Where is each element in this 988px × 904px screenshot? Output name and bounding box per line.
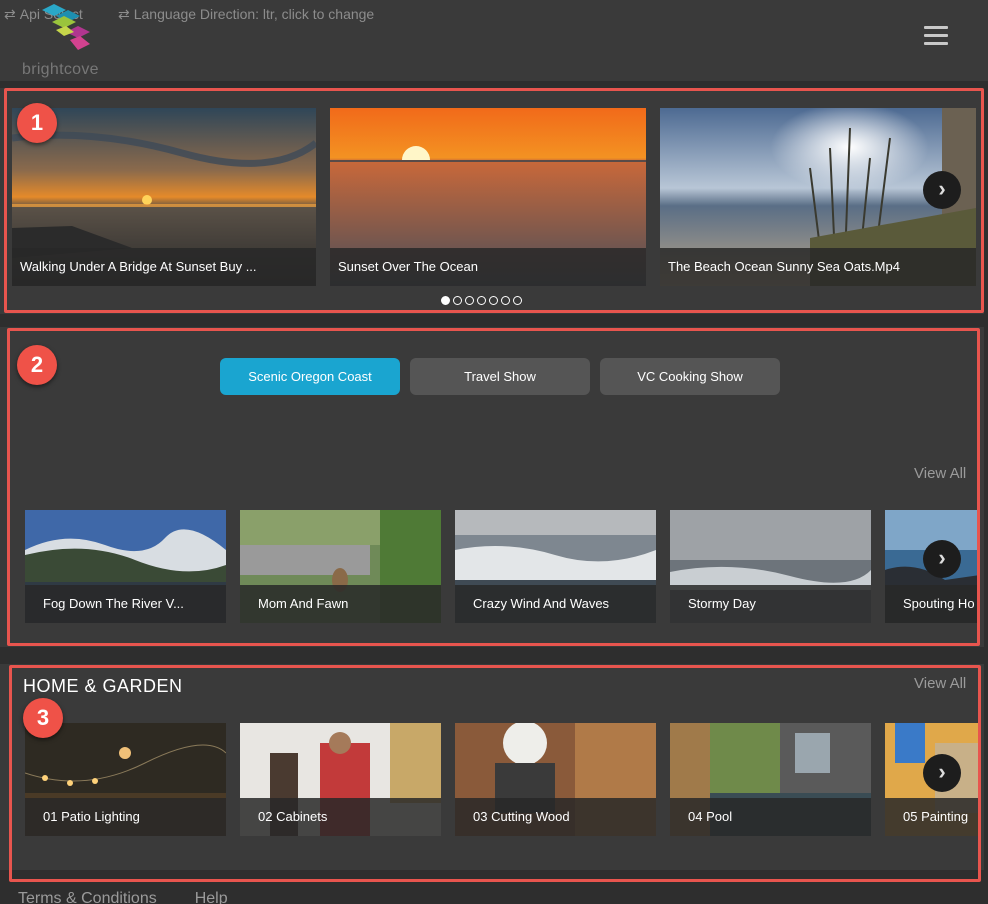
- video-title: Mom And Fawn: [240, 585, 441, 623]
- swap-arrows-icon: ⇄: [118, 6, 130, 22]
- pagination-dot[interactable]: [489, 296, 498, 305]
- featured-next-arrow-icon[interactable]: ›: [923, 171, 961, 209]
- brightcove-logo[interactable]: brightcove: [22, 0, 112, 81]
- featured-slide-title: Sunset Over The Ocean: [330, 248, 646, 286]
- carousel-pagination: [441, 292, 525, 305]
- swap-arrows-icon: ⇄: [4, 6, 16, 22]
- video-tile[interactable]: 04 Pool: [670, 723, 871, 836]
- video-tile[interactable]: 03 Cutting Wood: [455, 723, 656, 836]
- video-title: Spouting Ho: [885, 585, 980, 623]
- video-title: 01 Patio Lighting: [25, 798, 226, 836]
- view-all-link[interactable]: View All: [914, 465, 966, 482]
- site-header: ⇄Api Select ⇄Language Direction: ltr, cl…: [0, 0, 988, 81]
- video-title: 05 Painting: [885, 798, 980, 836]
- video-tile[interactable]: Mom And Fawn: [240, 510, 441, 623]
- featured-slide-title: The Beach Ocean Sunny Sea Oats.Mp4: [660, 248, 976, 286]
- video-tile[interactable]: Stormy Day: [670, 510, 871, 623]
- playlist-next-arrow-icon[interactable]: ›: [923, 540, 961, 578]
- video-tile[interactable]: Fog Down The River V...: [25, 510, 226, 623]
- video-title: Fog Down The River V...: [25, 585, 226, 623]
- featured-slide[interactable]: Walking Under A Bridge At Sunset Buy ...: [12, 108, 316, 286]
- video-tile[interactable]: Crazy Wind And Waves: [455, 510, 656, 623]
- view-all-link[interactable]: View All: [914, 675, 966, 692]
- video-title: Stormy Day: [670, 585, 871, 623]
- annotation-badge-3: 3: [23, 698, 63, 738]
- help-link[interactable]: Help: [195, 890, 228, 904]
- brightcove-logo-mark: [42, 4, 90, 50]
- featured-slide[interactable]: Sunset Over The Ocean: [330, 108, 646, 286]
- pagination-dot[interactable]: [513, 296, 522, 305]
- terms-link[interactable]: Terms & Conditions: [18, 890, 157, 904]
- video-title: 02 Cabinets: [240, 798, 441, 836]
- section-title: HOME & GARDEN: [23, 676, 183, 696]
- pagination-dot[interactable]: [453, 296, 462, 305]
- tab-travel-show[interactable]: Travel Show: [410, 358, 590, 395]
- video-tile[interactable]: 02 Cabinets: [240, 723, 441, 836]
- pagination-dot[interactable]: [441, 296, 450, 305]
- pagination-dot[interactable]: [465, 296, 474, 305]
- brightcove-logo-text: brightcove: [22, 61, 99, 78]
- language-direction-label: Language Direction: ltr, click to change: [133, 6, 375, 22]
- language-direction-link[interactable]: ⇄ Language Direction: ltr, click to chang…: [118, 6, 374, 23]
- video-title: 04 Pool: [670, 798, 871, 836]
- pagination-dot[interactable]: [477, 296, 486, 305]
- home-garden-next-arrow-icon[interactable]: ›: [923, 754, 961, 792]
- hamburger-menu-icon[interactable]: [924, 26, 948, 46]
- featured-slide-title: Walking Under A Bridge At Sunset Buy ...: [12, 248, 316, 286]
- pagination-dot[interactable]: [501, 296, 510, 305]
- tab-vc-cooking-show[interactable]: VC Cooking Show: [600, 358, 780, 395]
- footer-links: Terms & Conditions Help: [18, 890, 266, 904]
- video-title: 03 Cutting Wood: [455, 798, 656, 836]
- annotation-badge-1: 1: [17, 103, 57, 143]
- tab-scenic-oregon-coast[interactable]: Scenic Oregon Coast: [220, 358, 400, 395]
- video-tile[interactable]: 01 Patio Lighting: [25, 723, 226, 836]
- annotation-badge-2: 2: [17, 345, 57, 385]
- video-title: Crazy Wind And Waves: [455, 585, 656, 623]
